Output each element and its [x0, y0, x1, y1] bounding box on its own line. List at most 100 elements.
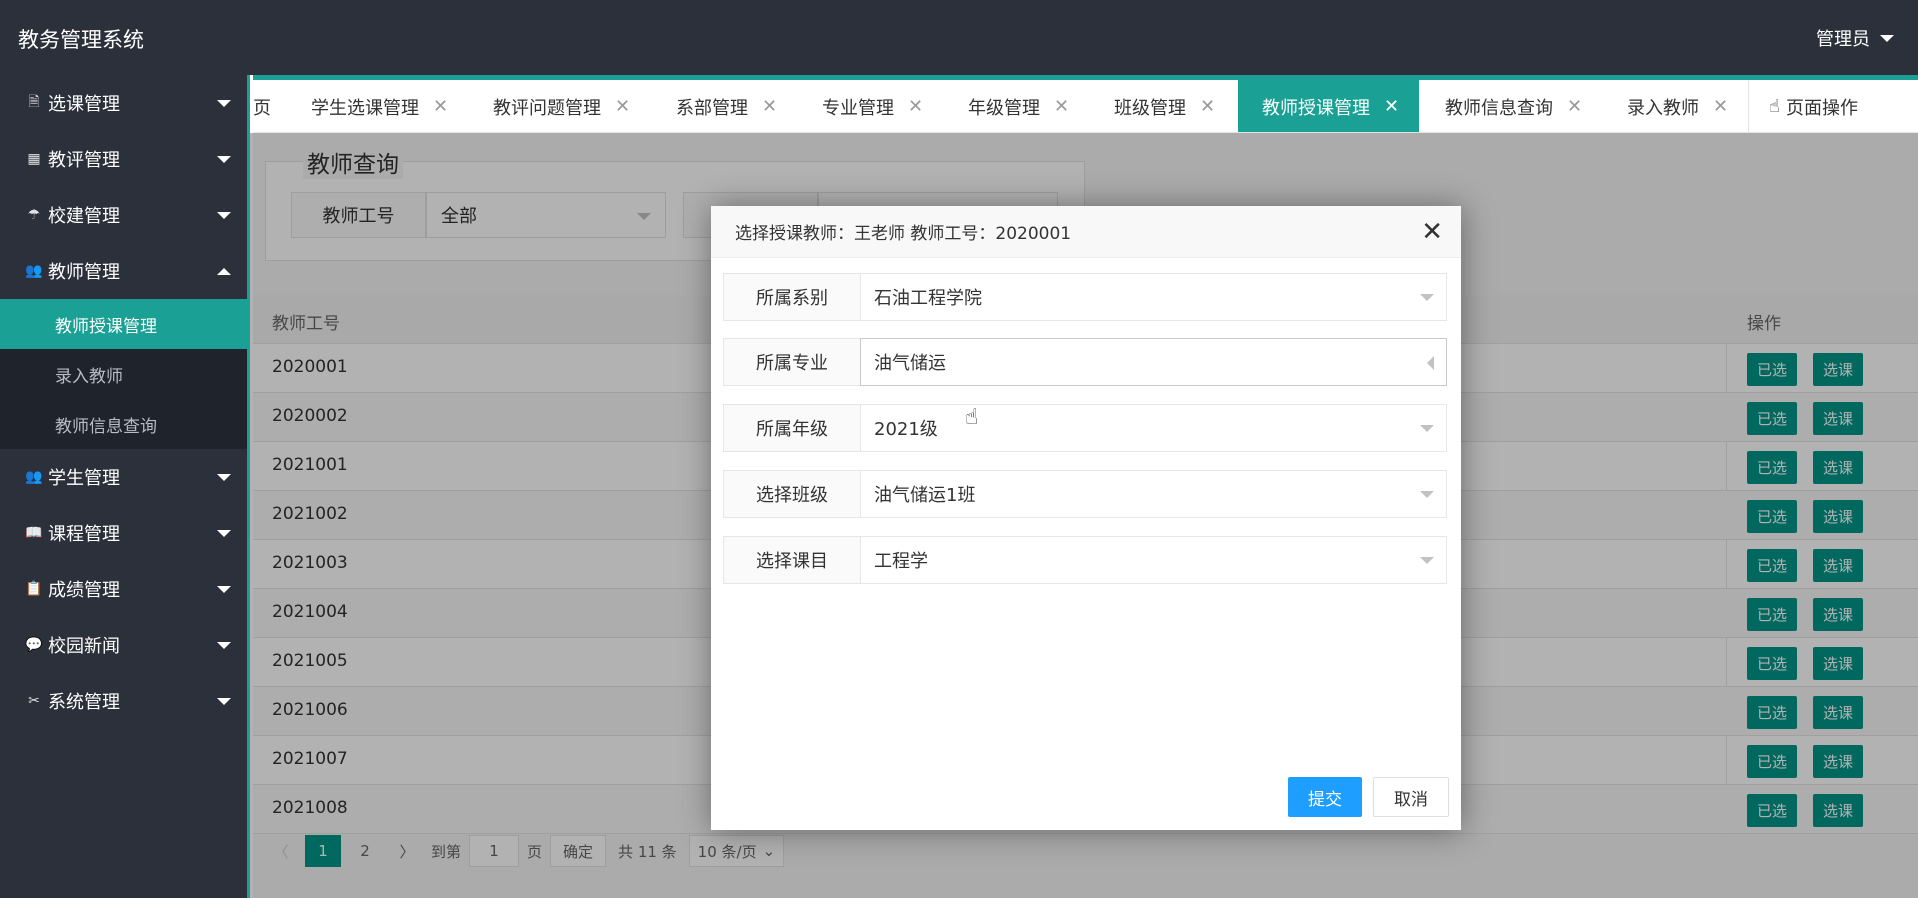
tab-label: 专业管理 [822, 97, 894, 119]
book-icon: 📖 [25, 525, 43, 541]
sidebar-item-label: 校建管理 [48, 206, 120, 227]
tab-grade[interactable]: 年级管理 ✕ [950, 80, 1087, 132]
chevron-down-icon [217, 100, 231, 107]
sidebar-item-label: 课程管理 [48, 524, 120, 545]
chevron-down-icon [217, 474, 231, 481]
dialog-footer: 提交 取消 [1288, 777, 1449, 817]
dialog-header: 选择授课教师：王老师 教师工号：2020001 ✕ [711, 206, 1461, 258]
close-icon[interactable]: ✕ [433, 96, 448, 117]
field-major: 所属专业 油气储运 [723, 338, 1447, 386]
sidebar-subitem-teacher-info[interactable]: 教师信息查询 [0, 399, 247, 449]
page-operations-button[interactable]: ☝ 页面操作 [1748, 80, 1918, 132]
tab-department[interactable]: 系部管理 ✕ [658, 80, 795, 132]
chat-icon: 💬 [25, 637, 43, 653]
field-department: 所属系别 石油工程学院 [723, 273, 1447, 321]
clipboard-icon: 📋 [25, 581, 43, 597]
chevron-down-icon [1420, 425, 1434, 432]
close-icon[interactable]: ✕ [1200, 96, 1215, 117]
sidebar-item-label: 学生管理 [48, 468, 120, 489]
sidebar-item-grades[interactable]: 📋 成绩管理 [0, 561, 247, 617]
tab-bar: 页 学生选课管理 ✕ 教评问题管理 ✕ 系部管理 ✕ 专业管理 ✕ 年级管理 ✕ 班级管理… [253, 75, 1918, 133]
sidebar-item-label: 成绩管理 [48, 580, 120, 601]
close-icon[interactable]: ✕ [908, 96, 923, 117]
tab-student-course[interactable]: 学生选课管理 ✕ [293, 80, 466, 132]
sidebar-item-label: 教评管理 [48, 150, 120, 171]
grid-icon: ▦ [27, 151, 41, 167]
tab-teacher-info[interactable]: 教师信息查询 ✕ [1427, 80, 1600, 132]
sidebar-item-course-selection[interactable]: 🗎 选课管理 [0, 75, 247, 131]
hand-pointer-icon: ☝ [1769, 96, 1780, 117]
chevron-down-icon [217, 212, 231, 219]
user-menu[interactable]: 管理员 [1816, 25, 1894, 51]
sidebar-item-course[interactable]: 📖 课程管理 [0, 505, 247, 561]
select-value: 2021级 [874, 419, 938, 440]
tab-add-teacher[interactable]: 录入教师 ✕ [1609, 80, 1746, 132]
page-operations-label: 页面操作 [1785, 97, 1858, 119]
chevron-down-icon [217, 530, 231, 537]
umbrella-icon: ☂ [27, 207, 41, 223]
app-title: 教务管理系统 [18, 28, 144, 52]
tab-label: 班级管理 [1114, 97, 1186, 119]
sidebar-item-campus-build[interactable]: ☂ 校建管理 [0, 187, 247, 243]
sidebar-item-system[interactable]: ✂ 系统管理 [0, 673, 247, 729]
sidebar-item-label: 选课管理 [48, 94, 120, 115]
select-value: 油气储运1班 [874, 485, 976, 506]
close-icon[interactable]: ✕ [1054, 96, 1069, 117]
teacher-submenu: 教师授课管理 录入教师 教师信息查询 [0, 299, 247, 449]
user-name: 管理员 [1816, 29, 1870, 50]
tab-eval-question[interactable]: 教评问题管理 ✕ [475, 80, 648, 132]
close-icon[interactable]: ✕ [762, 96, 777, 117]
close-icon[interactable]: ✕ [1384, 96, 1399, 117]
chevron-down-icon [217, 698, 231, 705]
chevron-down-icon [217, 586, 231, 593]
field-subject: 选择课目 工程学 [723, 536, 1447, 584]
dialog-title: 选择授课教师：王老师 教师工号：2020001 [735, 224, 1072, 244]
sidebar-item-teacher[interactable]: 👥 教师管理 [0, 243, 247, 299]
chevron-up-icon [217, 268, 231, 275]
assign-course-dialog: 选择授课教师：王老师 教师工号：2020001 ✕ 所属系别 石油工程学院 所属… [711, 206, 1461, 830]
close-icon[interactable]: ✕ [1421, 217, 1443, 247]
chevron-down-icon [1420, 294, 1434, 301]
sidebar-item-student[interactable]: 👥 学生管理 [0, 449, 247, 505]
tab-home[interactable]: 页 [253, 80, 271, 132]
cancel-button[interactable]: 取消 [1373, 777, 1449, 817]
tab-label: 录入教师 [1627, 97, 1699, 119]
field-label: 选择班级 [723, 470, 861, 518]
close-icon[interactable]: ✕ [1713, 96, 1728, 117]
department-select[interactable]: 石油工程学院 [860, 273, 1447, 321]
chevron-down-icon [1420, 491, 1434, 498]
major-select[interactable]: 油气储运 [860, 338, 1447, 386]
top-header: 教务管理系统 管理员 [0, 0, 1918, 75]
tab-label: 教师授课管理 [1262, 97, 1370, 119]
class-select[interactable]: 油气储运1班 [860, 470, 1447, 518]
close-icon[interactable]: ✕ [1567, 96, 1582, 117]
tab-class[interactable]: 班级管理 ✕ [1096, 80, 1233, 132]
close-icon[interactable]: ✕ [615, 96, 630, 117]
sidebar-item-teaching-eval[interactable]: ▦ 教评管理 [0, 131, 247, 187]
tools-icon: ✂ [28, 693, 40, 709]
sidebar-subitem-teacher-course[interactable]: 教师授课管理 [0, 299, 247, 349]
users-icon: 👥 [25, 469, 43, 485]
field-label: 所属年级 [723, 404, 861, 452]
sidebar-item-label: 校园新闻 [48, 636, 120, 657]
submit-button[interactable]: 提交 [1288, 777, 1362, 817]
chevron-down-icon [1880, 34, 1894, 42]
sidebar-item-news[interactable]: 💬 校园新闻 [0, 617, 247, 673]
grade-select[interactable]: 2021级 [860, 404, 1447, 452]
chevron-down-icon [217, 642, 231, 649]
hand-cursor-icon: ☝ [965, 405, 979, 430]
tab-label: 系部管理 [676, 97, 748, 119]
sidebar-item-label: 教师管理 [48, 262, 120, 283]
users-icon: 👥 [25, 263, 43, 279]
tab-label: 年级管理 [968, 97, 1040, 119]
tab-major[interactable]: 专业管理 ✕ [804, 80, 941, 132]
tab-teacher-course[interactable]: 教师授课管理 ✕ [1238, 80, 1419, 132]
subject-select[interactable]: 工程学 [860, 536, 1447, 584]
tab-label: 教师信息查询 [1445, 97, 1553, 119]
field-grade: 所属年级 2021级 [723, 404, 1447, 452]
tab-label: 页 [253, 97, 271, 119]
chevron-left-icon [1427, 356, 1434, 370]
sidebar-subitem-add-teacher[interactable]: 录入教师 [0, 349, 247, 399]
field-label: 选择课目 [723, 536, 861, 584]
field-label: 所属系别 [723, 273, 861, 321]
